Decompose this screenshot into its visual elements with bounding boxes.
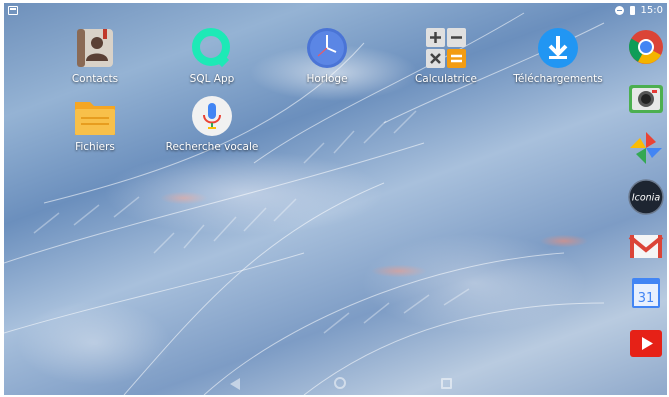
home-icon[interactable] bbox=[334, 377, 346, 389]
calendar-day: 31 bbox=[638, 291, 655, 306]
microphone-icon bbox=[189, 93, 235, 139]
calendar-icon[interactable]: 31 bbox=[626, 273, 666, 313]
sync-icon bbox=[614, 6, 624, 15]
app-label: Contacts bbox=[71, 73, 119, 85]
download-icon bbox=[535, 25, 581, 71]
app-sql[interactable]: SQL App bbox=[162, 25, 262, 85]
contacts-icon bbox=[72, 25, 118, 71]
recents-icon[interactable] bbox=[441, 378, 452, 389]
gmail-icon[interactable] bbox=[626, 226, 666, 266]
status-time: 15:0 bbox=[640, 5, 663, 16]
notification-image-icon bbox=[8, 6, 18, 15]
app-label: SQL App bbox=[189, 73, 235, 85]
app-label: Téléchargements bbox=[513, 73, 603, 85]
youtube-icon[interactable] bbox=[626, 323, 666, 363]
app-files[interactable]: Fichiers bbox=[45, 93, 145, 153]
status-bar: 15:0 bbox=[4, 3, 667, 19]
chrome-icon[interactable] bbox=[626, 27, 666, 67]
app-label: Horloge bbox=[306, 73, 348, 85]
calculator-icon bbox=[423, 25, 469, 71]
back-icon[interactable] bbox=[230, 378, 240, 390]
app-clock[interactable]: Horloge bbox=[277, 25, 377, 85]
pinwheel-icon[interactable] bbox=[626, 128, 666, 168]
status-right-group: 15:0 bbox=[614, 5, 663, 16]
app-contacts[interactable]: Contacts bbox=[45, 25, 145, 85]
clock-icon bbox=[304, 25, 350, 71]
app-downloads[interactable]: Téléchargements bbox=[508, 25, 608, 85]
app-voice-search[interactable]: Recherche vocale bbox=[162, 93, 262, 153]
app-label: Recherche vocale bbox=[165, 141, 259, 153]
iconia-text: Iconia bbox=[632, 193, 660, 204]
folder-icon bbox=[72, 93, 118, 139]
app-label: Fichiers bbox=[75, 141, 115, 153]
battery-icon bbox=[629, 6, 635, 15]
camera-icon[interactable] bbox=[626, 78, 666, 118]
app-calculator[interactable]: Calculatrice bbox=[396, 25, 496, 85]
app-label: Calculatrice bbox=[414, 73, 478, 85]
home-screen: 15:0 Contacts SQL App Horloge Calculatri… bbox=[4, 3, 667, 395]
navigation-bar bbox=[4, 373, 667, 395]
iconia-icon[interactable]: Iconia bbox=[626, 177, 666, 217]
sql-app-icon bbox=[189, 25, 235, 71]
